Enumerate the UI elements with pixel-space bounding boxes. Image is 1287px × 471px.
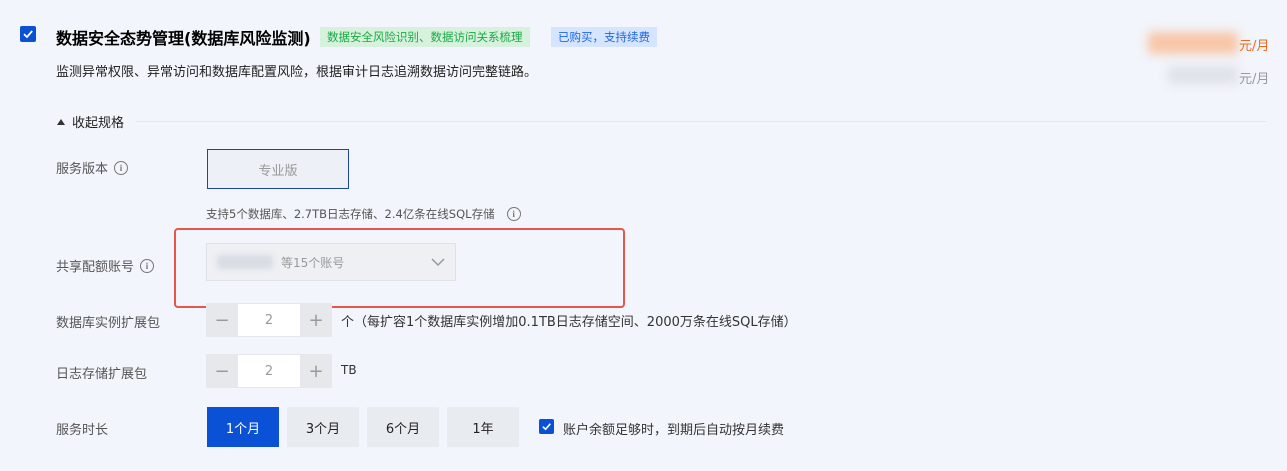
price-unit-secondary: 元/月 [1239, 72, 1270, 87]
db-instance-input[interactable]: 2 [238, 303, 300, 337]
divider [136, 121, 1266, 122]
version-label-row: 服务版本 i [56, 158, 129, 177]
version-hint: 支持5个数据库、2.7TB日志存储、2.4亿条在线SQL存储 [206, 207, 495, 221]
collapse-spec-label: 收起规格 [72, 116, 125, 131]
increment-button[interactable]: + [300, 303, 332, 337]
version-label: 服务版本 [56, 162, 109, 177]
price-secondary-blurred [1168, 66, 1238, 84]
log-storage-input[interactable]: 2 [238, 354, 300, 388]
check-icon [23, 30, 33, 39]
product-checkbox[interactable] [20, 26, 36, 42]
account-label: 共享配额账号 [56, 260, 135, 275]
caret-up-icon [57, 118, 65, 125]
product-description: 监测异常权限、异常访问和数据库配置风险，根据审计日志追溯数据访问完整链路。 [56, 65, 538, 80]
duration-option-6-months[interactable]: 6个月 [367, 407, 439, 447]
product-title: 数据安全态势管理(数据库风险监测) [56, 29, 311, 48]
info-icon[interactable]: i [506, 207, 521, 221]
db-instance-stepper: − 2 + [206, 303, 332, 337]
version-option-professional[interactable]: 专业版 [207, 149, 349, 189]
auto-renew-label: 账户余额足够时，到期后自动按月续费 [563, 423, 785, 438]
feature-tag: 数据安全风险识别、数据访问关系梳理 [320, 27, 530, 47]
price-unit-primary: 元/月 [1239, 39, 1270, 54]
increment-button[interactable]: + [300, 354, 332, 388]
collapse-spec-toggle[interactable]: 收起规格 [56, 112, 124, 131]
info-icon[interactable]: i [114, 160, 129, 175]
duration-option-1-year[interactable]: 1年 [447, 407, 519, 447]
decrement-button[interactable]: − [206, 354, 238, 388]
check-icon [542, 423, 551, 431]
duration-option-3-months[interactable]: 3个月 [287, 407, 359, 447]
version-hint-row: 支持5个数据库、2.7TB日志存储、2.4亿条在线SQL存储 i [206, 206, 521, 222]
info-icon[interactable]: i [140, 258, 155, 273]
price-primary-blurred [1148, 32, 1238, 54]
db-instance-unit: 个（每扩容1个数据库实例增加0.1TB日志存储空间、2000万条在线SQL存储） [341, 315, 797, 330]
duration-label: 服务时长 [56, 423, 109, 438]
log-storage-unit: TB [341, 363, 357, 377]
decrement-button[interactable]: − [206, 303, 238, 337]
account-label-row: 共享配额账号 i [56, 256, 155, 275]
db-instance-label: 数据库实例扩展包 [56, 316, 161, 331]
log-storage-stepper: − 2 + [206, 354, 332, 388]
log-storage-label: 日志存储扩展包 [56, 367, 148, 382]
duration-option-1-month[interactable]: 1个月 [207, 407, 279, 447]
auto-renew-checkbox[interactable] [539, 419, 554, 434]
highlight-box [174, 228, 625, 308]
status-tag: 已购买，支持续费 [551, 27, 657, 47]
